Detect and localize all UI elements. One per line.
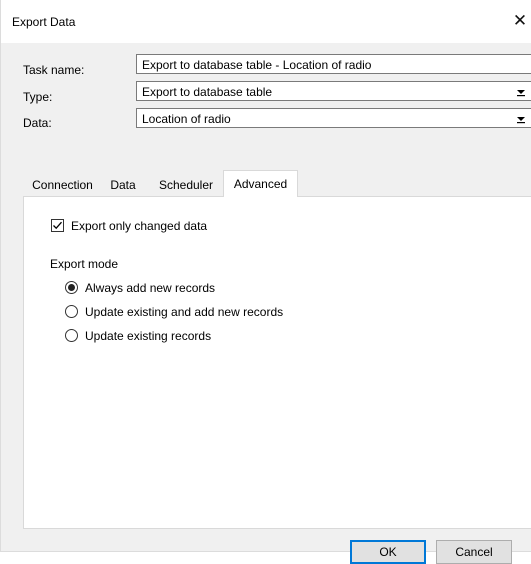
chevron-down-icon[interactable] [514,109,528,127]
task-name-value: Export to database table - Location of r… [142,58,372,72]
tab-connection[interactable]: Connection [23,174,102,196]
radio-always-add[interactable] [65,281,78,294]
ok-button-label: OK [379,545,397,559]
task-name-input[interactable]: Export to database table - Location of r… [136,54,531,74]
tab-label: Scheduler [158,178,214,192]
tab-label: Advanced [233,177,288,191]
radio-update-existing-label[interactable]: Update existing records [85,329,211,343]
type-label: Type: [23,90,53,104]
ok-button[interactable]: OK [350,540,426,564]
radio-always-add-label[interactable]: Always add new records [85,281,215,295]
chevron-down-icon[interactable] [514,82,528,100]
checkmark-icon [53,221,62,230]
export-changed-label[interactable]: Export only changed data [71,219,207,233]
radio-selected-dot [68,284,75,291]
data-dropdown[interactable]: Location of radio [136,108,531,128]
export-mode-label: Export mode [50,257,119,271]
cancel-button-label: Cancel [455,545,493,559]
tab-data[interactable]: Data [102,174,144,196]
radio-update-existing[interactable] [65,329,78,342]
tab-scheduler[interactable]: Scheduler [151,174,221,196]
title-bar: Export Data ✕ [1,0,531,43]
tab-label: Data [110,178,136,192]
export-changed-checkbox[interactable] [51,219,64,232]
data-value: Location of radio [142,112,231,126]
window-title: Export Data [12,15,76,29]
close-icon: ✕ [512,11,528,30]
export-data-dialog: Export Data ✕ Task name: Export to datab… [0,0,531,564]
task-name-label: Task name: [23,63,85,77]
data-label: Data: [23,116,52,130]
cancel-button[interactable]: Cancel [436,540,512,564]
radio-update-and-add-label[interactable]: Update existing and add new records [85,305,283,319]
radio-update-and-add[interactable] [65,305,78,318]
type-dropdown[interactable]: Export to database table [136,81,531,101]
tab-advanced[interactable]: Advanced [223,170,298,197]
close-button[interactable]: ✕ [509,9,531,33]
tab-label: Connection [32,178,93,192]
advanced-panel: Export only changed data Export mode Alw… [23,196,531,529]
type-value: Export to database table [142,85,273,99]
